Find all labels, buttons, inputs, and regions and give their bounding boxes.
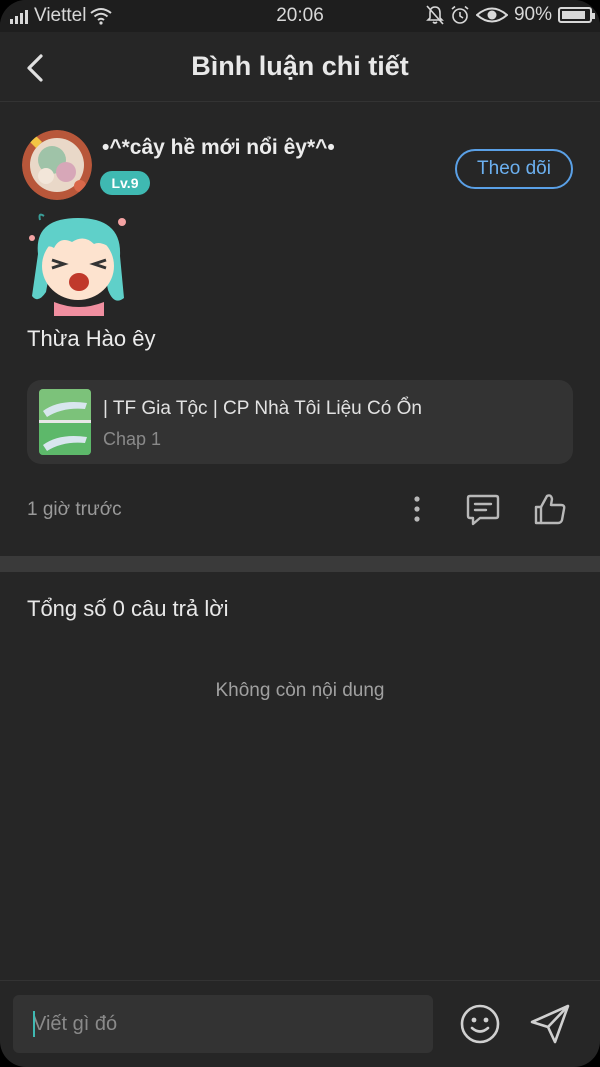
like-icon[interactable] [530, 489, 570, 529]
comment-text: Thừa Hào êy [27, 326, 156, 351]
reply-icon[interactable] [463, 489, 503, 529]
comment-input-bar [0, 980, 600, 1067]
comment-input[interactable] [13, 995, 433, 1053]
chapter-thumbnail [39, 389, 91, 455]
bell-off-icon [426, 5, 444, 25]
sticker-image [29, 213, 126, 316]
text-caret [33, 1011, 35, 1037]
section-divider [0, 556, 600, 572]
follow-button[interactable]: Theo dõi [455, 149, 573, 189]
more-icon[interactable] [397, 489, 437, 529]
chapter-reference-chapter: Chap 1 [103, 429, 162, 449]
username[interactable]: •^*cây hề mới nổi êy*^• [102, 136, 335, 160]
avatar[interactable] [22, 130, 92, 200]
send-icon[interactable] [528, 1002, 572, 1046]
status-bar: Viettel 20:06 90% [0, 0, 600, 32]
eye-icon [475, 7, 508, 23]
empty-replies-note: Không còn nội dung [215, 680, 385, 701]
level-badge: Lv.9 [100, 171, 150, 195]
alarm-icon [451, 5, 469, 24]
comment-detail-screen: Viettel 20:06 90% Bình luận chi tiết •^*… [0, 0, 600, 1067]
comment-timestamp: 1 giờ trước [27, 499, 122, 520]
comment-card: •^*cây hề mới nổi êy*^• Lv.9 Theo dõi Th… [0, 102, 600, 556]
page-title: Bình luận chi tiết [191, 51, 409, 81]
app-header: Bình luận chi tiết [0, 32, 600, 102]
emoji-icon[interactable] [458, 1002, 502, 1046]
reply-count: Tổng số 0 câu trả lời [27, 596, 229, 621]
chapter-reference-title: | TF Gia Tộc | CP Nhà Tôi Liệu Có Ổn [103, 398, 422, 419]
battery-icon [558, 7, 595, 23]
battery-percent: 90% [513, 4, 552, 25]
chapter-reference-card[interactable]: | TF Gia Tộc | CP Nhà Tôi Liệu Có Ổn Cha… [27, 380, 573, 464]
